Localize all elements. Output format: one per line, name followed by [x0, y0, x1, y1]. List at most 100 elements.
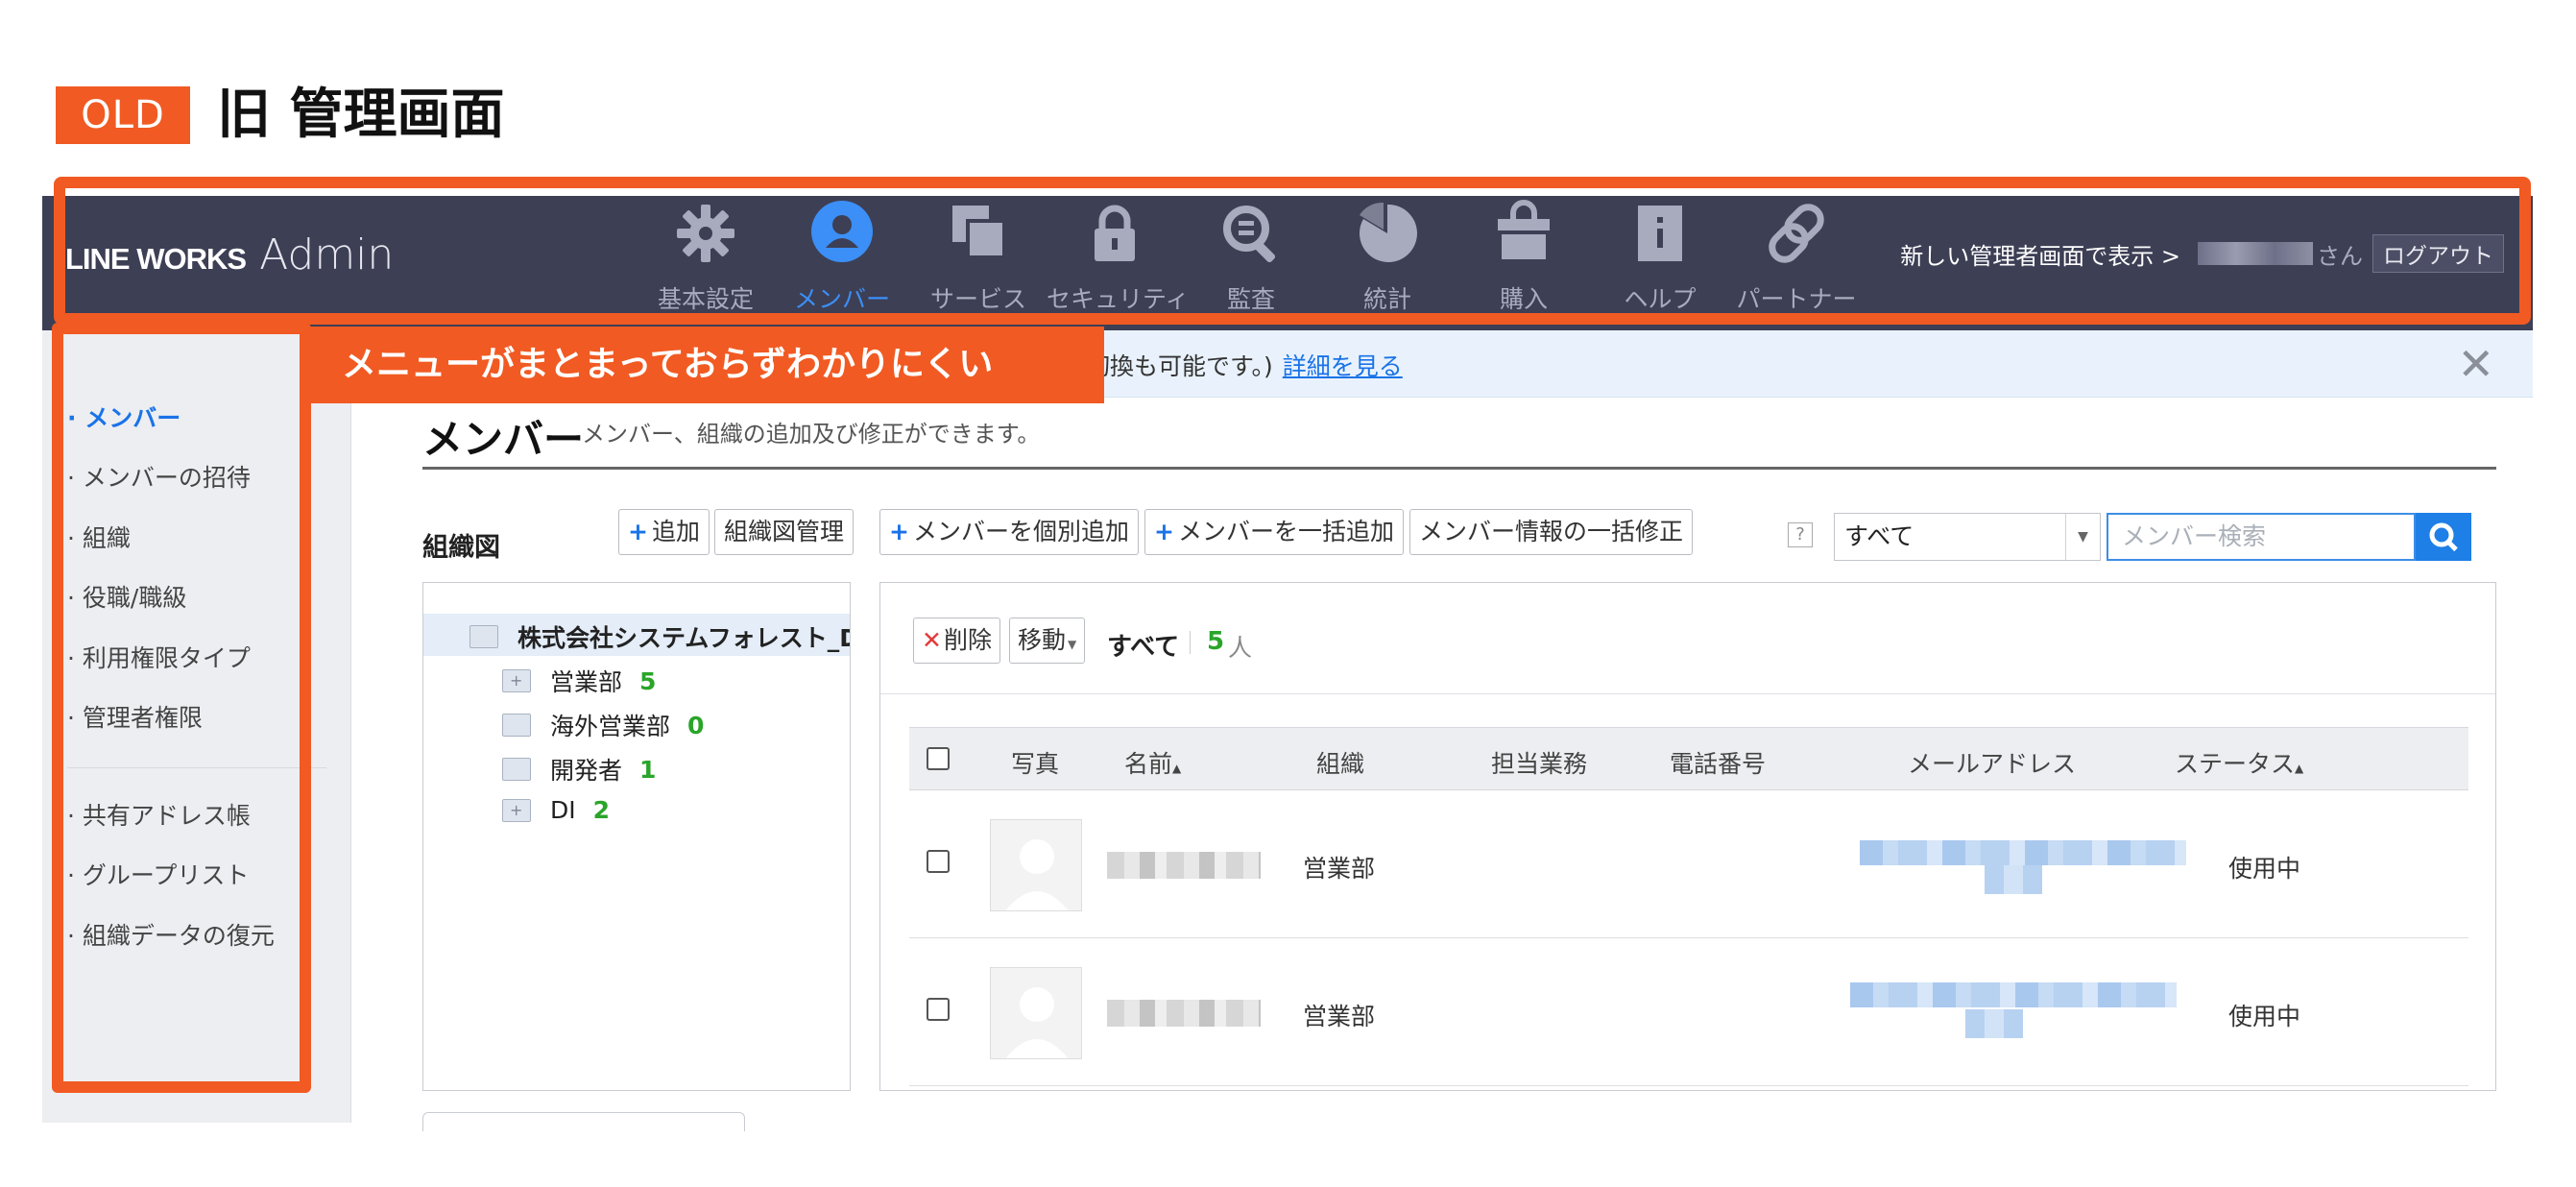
bulk-edit-button[interactable]: メンバー情報の一括修正: [1409, 509, 1694, 555]
member-panel: ✕削除 移動 ▼ すべて 5 人 写真 名前▲ 組織 担当業務 電話番号 メールア…: [879, 582, 2496, 1091]
logo[interactable]: LINE WORKS Admin: [65, 230, 394, 279]
sidebar-item-admin-rights[interactable]: · 管理者権限: [67, 699, 203, 734]
sidebar-item-label: 管理者権限: [82, 704, 203, 732]
column-email: メールアドレス: [1908, 750, 2077, 778]
tree-node[interactable]: 海外営業部 0: [502, 708, 704, 742]
nav-help[interactable]: ヘルプ: [1592, 196, 1728, 330]
add-org-button[interactable]: + 追加: [618, 509, 710, 555]
search-button[interactable]: [2416, 513, 2471, 561]
sidebar-item-invite[interactable]: · メンバーの招待: [67, 459, 251, 494]
close-icon[interactable]: ✕: [2457, 338, 2494, 390]
plus-icon: +: [1154, 518, 1174, 545]
help-icon[interactable]: ?: [1788, 522, 1813, 547]
select-all-checkbox[interactable]: [927, 747, 950, 770]
nav-basic-settings[interactable]: 基本設定: [638, 196, 774, 330]
column-name[interactable]: 名前▲: [1124, 745, 1181, 780]
tree-node[interactable]: + 営業部 5: [502, 664, 656, 698]
column-org: 組織: [1316, 750, 1365, 778]
sidebar-item-label: 組織データの復元: [82, 922, 275, 950]
chevron-down-icon: ▼: [2065, 514, 2100, 560]
top-right-area: 新しい管理者画面で表示 > さん ログアウト: [1900, 234, 2504, 273]
services-icon: [952, 206, 1006, 259]
member-name-blurred: [1107, 1000, 1261, 1027]
member-panel-toolbar: ✕削除 移動 ▼ すべて 5 人: [880, 583, 2495, 694]
sidebar-item-label: 組織: [82, 524, 131, 552]
sidebar: · メンバー · メンバーの招待 · 組織 · 役職/職級 · 利用権限タイプ …: [42, 330, 351, 1123]
avatar: [990, 967, 1082, 1059]
member-name-blurred: [1107, 852, 1261, 879]
member-email-blurred-2: [1965, 1009, 2023, 1038]
nav-partner[interactable]: パートナー: [1728, 196, 1865, 330]
org-tree: 株式会社システムフォレスト_D + 営業部 5 海外営業部 0 開発者 1 + DI 2: [422, 582, 851, 1091]
plus-icon: +: [889, 518, 909, 545]
page-description: メンバー、組織の追加及び修正ができます。: [582, 421, 1041, 448]
nav-label: ヘルプ: [1624, 285, 1697, 313]
nav-label: サービス: [929, 285, 1026, 313]
folder-expand-icon[interactable]: +: [502, 798, 531, 822]
nav-security[interactable]: セキュリティ: [1047, 196, 1190, 330]
member-search-input[interactable]: メンバー検索: [2107, 513, 2416, 561]
member-status: 使用中: [2228, 855, 2301, 883]
tree-root-node[interactable]: 株式会社システムフォレスト_D: [469, 619, 850, 654]
folder-expand-icon[interactable]: +: [502, 669, 531, 692]
sidebar-item-organization[interactable]: · 組織: [67, 520, 131, 554]
sort-asc-icon: ▲: [1172, 762, 1182, 775]
table-row[interactable]: 営業部 使用中: [909, 790, 2468, 938]
folder-icon: [469, 625, 498, 648]
member-email-blurred-2: [1985, 865, 2042, 894]
gear-icon: [677, 205, 734, 262]
shopping-bag-icon: [1498, 200, 1550, 259]
org-manage-button[interactable]: 組織図管理: [714, 509, 855, 555]
row-checkbox[interactable]: [927, 850, 950, 873]
sidebar-item-permission-types[interactable]: · 利用権限タイプ: [67, 640, 251, 674]
nav-members[interactable]: メンバー: [774, 196, 910, 330]
sidebar-divider: [67, 767, 326, 768]
nav-label: 統計: [1362, 285, 1411, 313]
new-admin-link[interactable]: 新しい管理者画面で表示 >: [1900, 237, 2180, 271]
row-checkbox[interactable]: [927, 998, 950, 1021]
nav-label: セキュリティ: [1047, 285, 1190, 313]
details-link[interactable]: 詳細を見る: [1283, 352, 1403, 380]
audit-search-icon: [1223, 206, 1276, 263]
member-count-unit: 人: [1228, 634, 1253, 662]
chevron-down-icon: ▼: [1068, 638, 1077, 651]
nav-services[interactable]: サービス: [910, 196, 1047, 330]
member-status: 使用中: [2228, 1003, 2301, 1030]
nav-purchase[interactable]: 購入: [1456, 196, 1592, 330]
tree-node[interactable]: 開発者 1: [502, 752, 656, 787]
nav-label: メンバー: [793, 285, 890, 313]
sidebar-item-org-restore[interactable]: · 組織データの復元: [67, 917, 275, 952]
sidebar-item-label: グループリスト: [82, 861, 250, 889]
table-row[interactable]: 営業部 使用中: [909, 938, 2468, 1086]
nav-audit[interactable]: 監査: [1183, 196, 1319, 330]
org-chart-label: 組織図: [422, 533, 500, 563]
search-icon: [2429, 522, 2458, 552]
bulk-add-button[interactable]: + メンバーを一括追加: [1144, 509, 1404, 555]
column-status[interactable]: ステータス▲: [2175, 745, 2303, 780]
table-header: 写真 名前▲ 組織 担当業務 電話番号 メールアドレス ステータス▲: [909, 727, 2468, 790]
member-count: 5: [1207, 627, 1225, 656]
annotation-label: メニューがまとまっておらずわかりにくい: [301, 327, 1104, 403]
sidebar-item-group-list[interactable]: · グループリスト: [67, 857, 249, 891]
pie-chart-icon: [1359, 202, 1417, 262]
tree-node[interactable]: + DI 2: [502, 796, 610, 824]
sidebar-item-members[interactable]: · メンバー: [67, 400, 181, 434]
folder-icon: [502, 714, 531, 737]
old-tag: OLD: [56, 86, 190, 144]
move-button[interactable]: 移動 ▼: [1009, 618, 1086, 664]
sidebar-item-shared-addressbook[interactable]: · 共有アドレス帳: [67, 797, 251, 832]
logo-sub: Admin: [259, 230, 395, 279]
delete-button[interactable]: ✕削除: [913, 618, 1000, 664]
sort-asc-icon: ▲: [2295, 762, 2304, 775]
logout-button[interactable]: ログアウト: [2372, 234, 2504, 273]
link-icon: [1769, 204, 1824, 263]
column-photo: 写真: [1011, 750, 1060, 778]
sidebar-item-positions[interactable]: · 役職/職級: [67, 579, 186, 614]
sidebar-item-label: 利用権限タイプ: [82, 644, 251, 672]
nav-statistics[interactable]: 統計: [1319, 196, 1456, 330]
filter-select[interactable]: すべて ▼: [1834, 513, 2101, 561]
member-email-blurred: [1850, 982, 2177, 1007]
user-honorific: さん: [2317, 242, 2363, 270]
nav-label: パートナー: [1736, 285, 1857, 313]
add-member-button[interactable]: + メンバーを個別追加: [879, 509, 1139, 555]
